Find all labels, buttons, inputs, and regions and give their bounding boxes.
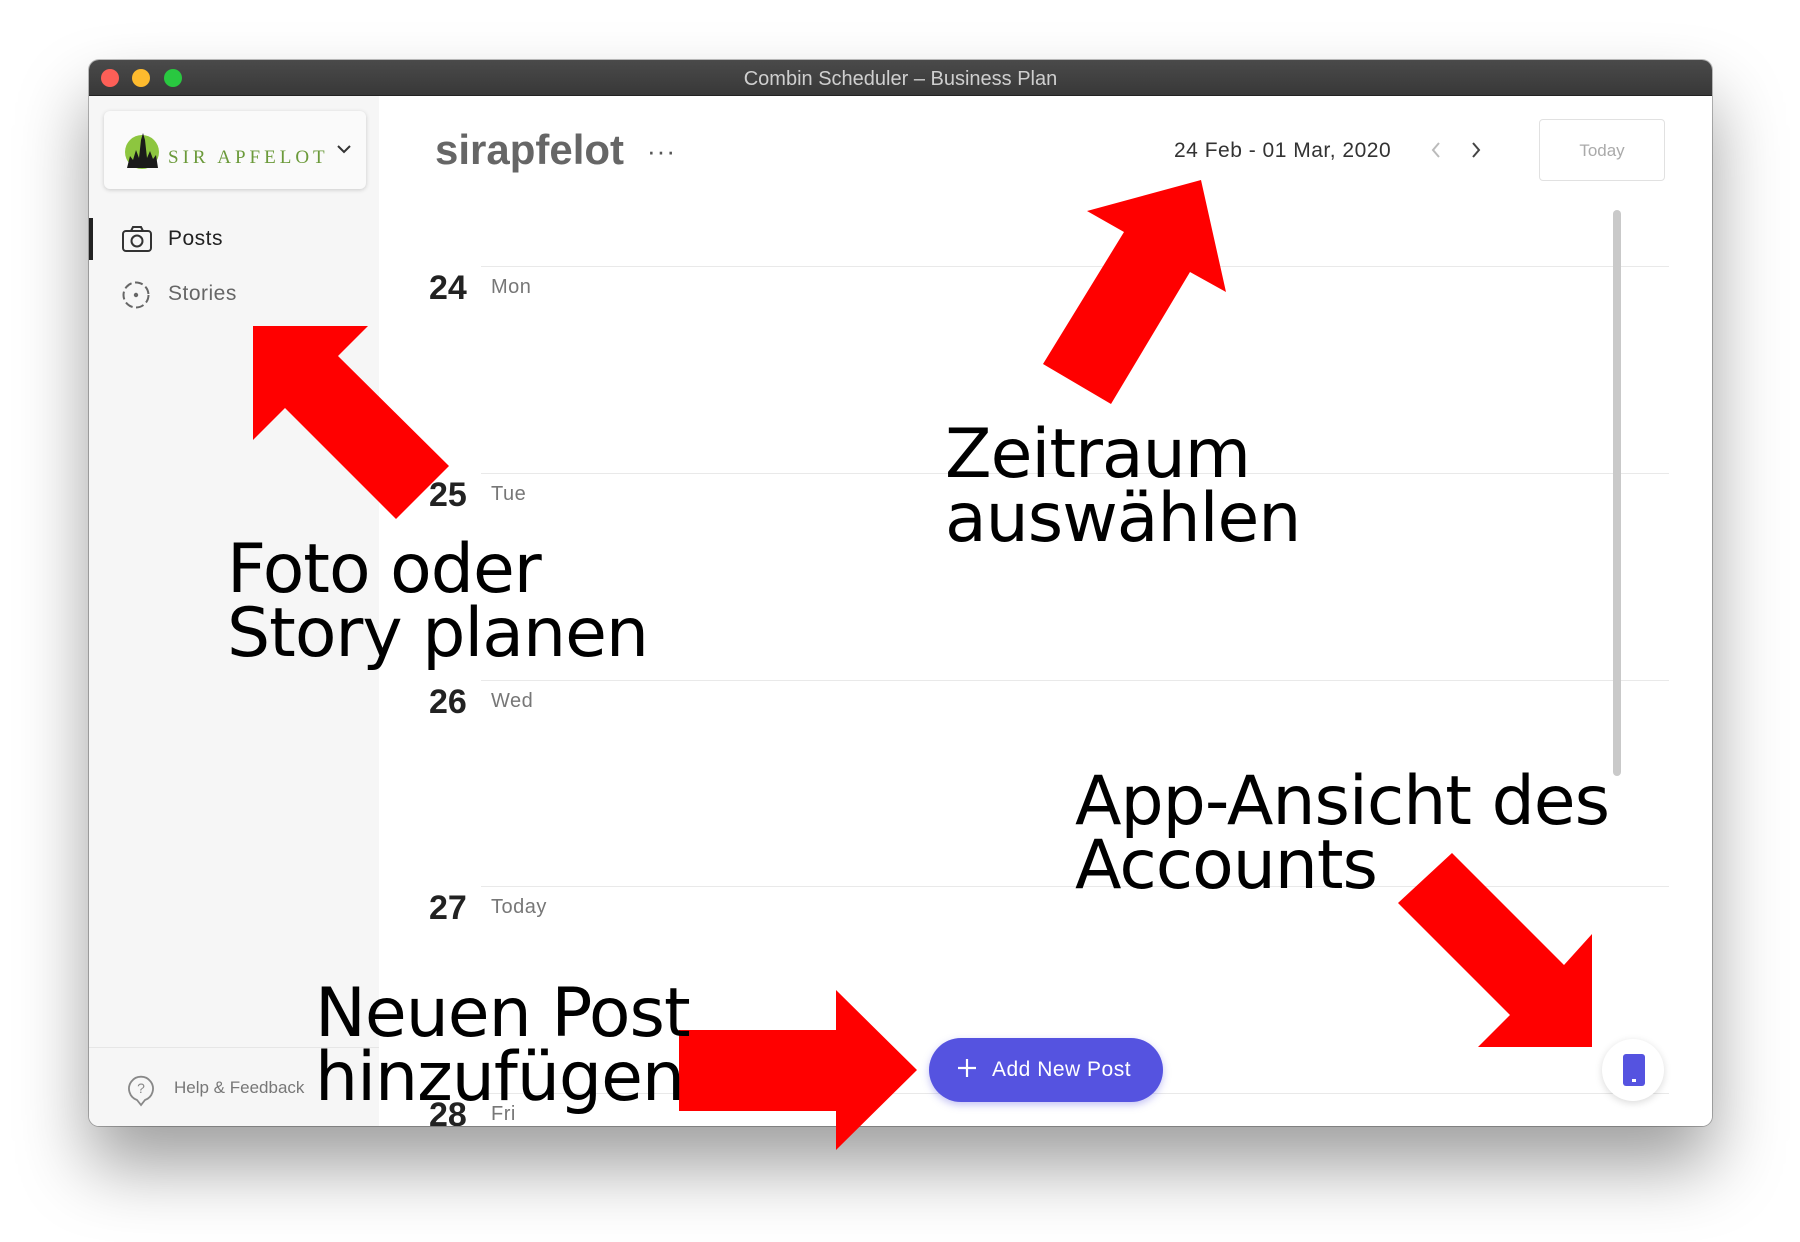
arrow-to-posts xyxy=(253,326,449,519)
annotation-new-post-text: Neuen Post hinzufügen xyxy=(315,974,691,1117)
arrow-to-add-post xyxy=(679,990,917,1150)
annotation-app-view-text: App-Ansicht des Accounts xyxy=(1075,762,1610,905)
annotation-plan-text: Foto oder Story planen xyxy=(227,530,649,673)
annotation-range-text: Zeitraum auswählen xyxy=(945,415,1301,558)
arrow-to-date-range xyxy=(1043,180,1226,404)
